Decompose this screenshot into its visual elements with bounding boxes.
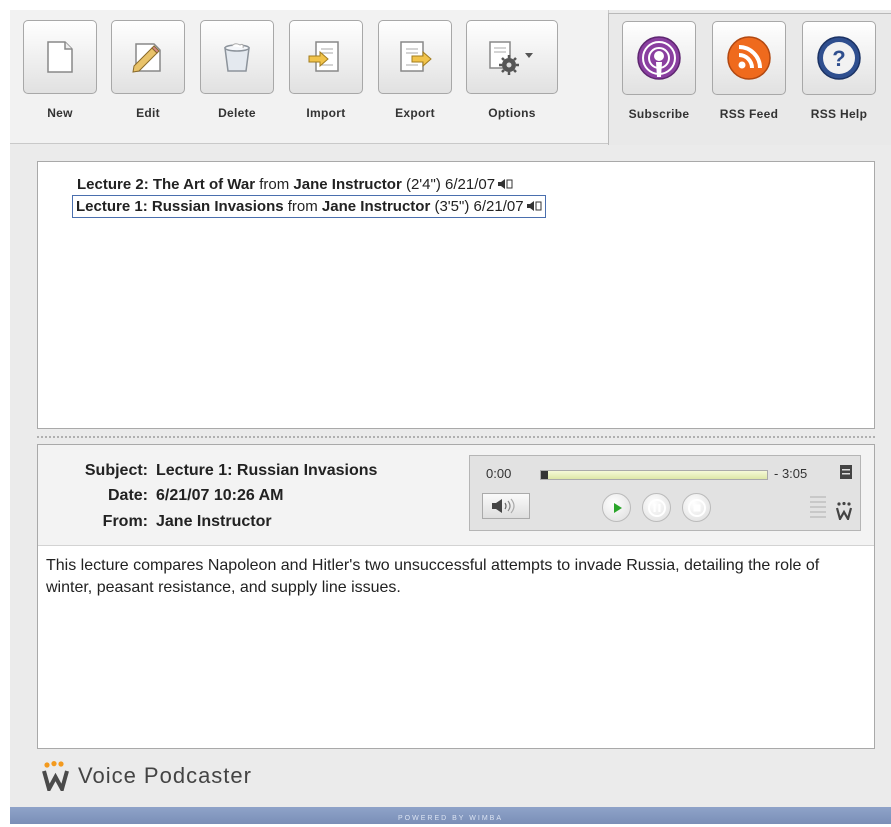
stop-button[interactable] <box>682 493 711 522</box>
speaker-mini-icon <box>526 201 542 211</box>
import-button-label: Import <box>306 106 346 120</box>
main-toolbar: New Edit Delete Import Export Options <box>10 10 609 144</box>
speaker-volume-icon <box>492 498 515 514</box>
podcast-date: 6/21/07 <box>445 176 496 193</box>
rss-help-button-label: RSS Help <box>810 107 868 121</box>
current-time: 0:00 <box>486 466 512 481</box>
remaining-time: - 3:05 <box>774 466 808 481</box>
subscribe-button[interactable]: Subscribe <box>621 21 697 121</box>
podcast-date: 6/21/07 <box>473 198 524 215</box>
options-gear-icon <box>489 41 533 75</box>
export-button-label: Export <box>395 106 435 120</box>
new-document-icon <box>47 41 73 73</box>
subject-row: Subject: Lecture 1: Russian Invasions <box>84 462 378 479</box>
subscribe-button-label: Subscribe <box>628 107 690 121</box>
rss-feed-icon <box>727 36 771 80</box>
audio-player: 0:00 - 3:05 <box>469 455 861 531</box>
detail-header: Subject: Lecture 1: Russian Invasions Dat… <box>38 445 874 546</box>
panel-splitter[interactable] <box>37 436 875 438</box>
rss-feed-button-label: RSS Feed <box>719 107 779 121</box>
edit-pencil-icon <box>132 43 161 73</box>
from-row: From: Jane Instructor <box>102 513 272 530</box>
play-button[interactable] <box>602 493 631 522</box>
podcast-duration: (3'5") <box>434 198 470 215</box>
podcast-author: Jane Instructor <box>293 176 402 193</box>
export-button[interactable]: Export <box>377 20 453 120</box>
import-icon <box>308 41 339 72</box>
pause-icon <box>648 499 666 517</box>
podcast-title: Lecture 1: Russian Invasions <box>76 198 284 215</box>
wimba-logo-icon <box>836 502 852 520</box>
podcast-duration: (2'4") <box>405 176 441 193</box>
app-name: Voice Podcaster <box>78 763 252 788</box>
rss-help-button[interactable]: ? RSS Help <box>801 21 877 121</box>
play-icon <box>614 503 622 513</box>
edit-button-label: Edit <box>136 106 160 120</box>
delete-button[interactable]: Delete <box>199 20 275 120</box>
rss-toolbar: Subscribe RSS Feed ? RSS Help <box>608 13 891 145</box>
chevron-down-icon <box>525 53 533 58</box>
volume-button[interactable] <box>482 493 530 519</box>
podcast-subscribe-icon <box>637 36 681 80</box>
import-button[interactable]: Import <box>288 20 364 120</box>
help-question-icon: ? <box>817 36 861 80</box>
date-value: 6/21/07 10:26 AM <box>156 487 284 504</box>
progress-fill <box>541 471 548 479</box>
pause-button[interactable] <box>642 493 671 522</box>
edit-button[interactable]: Edit <box>110 20 186 120</box>
voice-podcaster-logo-icon <box>42 761 69 791</box>
podcast-title: Lecture 2: The Art of War <box>77 176 256 193</box>
menu-icon[interactable] <box>840 465 852 479</box>
delete-button-label: Delete <box>218 106 256 120</box>
date-row: Date: 6/21/07 10:26 AM <box>107 487 284 504</box>
podcast-list-item-selected[interactable]: Lecture 1: Russian Invasions from Jane I… <box>72 195 546 218</box>
powered-by-text: POWERED BY WIMBA <box>398 815 503 822</box>
new-button[interactable]: New <box>22 20 98 120</box>
podcast-list: Lecture 2: The Art of War from Jane Inst… <box>37 161 875 429</box>
voice-podcaster-app: New Edit Delete Import Export Options Su… <box>10 10 891 824</box>
podcast-description: This lecture compares Napoleon and Hitle… <box>46 557 820 596</box>
volume-level-icon <box>810 496 826 518</box>
export-icon <box>400 41 432 72</box>
podcast-list-item[interactable]: Lecture 2: The Art of War from Jane Inst… <box>74 174 516 195</box>
trash-bin-icon <box>224 43 250 72</box>
app-branding: Voice Podcaster <box>42 760 252 792</box>
svg-text:?: ? <box>832 46 845 71</box>
speaker-mini-icon <box>498 179 513 189</box>
podcast-author: Jane Instructor <box>321 198 431 215</box>
powered-by-bar: POWERED BY WIMBA <box>10 807 891 824</box>
stop-icon <box>688 499 706 517</box>
from-value: Jane Instructor <box>156 513 272 530</box>
progress-bar[interactable] <box>540 470 768 480</box>
rss-feed-button[interactable]: RSS Feed <box>711 21 787 121</box>
podcast-detail: Subject: Lecture 1: Russian Invasions Dat… <box>37 444 875 749</box>
options-button[interactable]: Options <box>465 20 559 120</box>
subject-value: Lecture 1: Russian Invasions <box>156 462 378 479</box>
new-button-label: New <box>47 106 73 120</box>
options-button-label: Options <box>488 106 536 120</box>
